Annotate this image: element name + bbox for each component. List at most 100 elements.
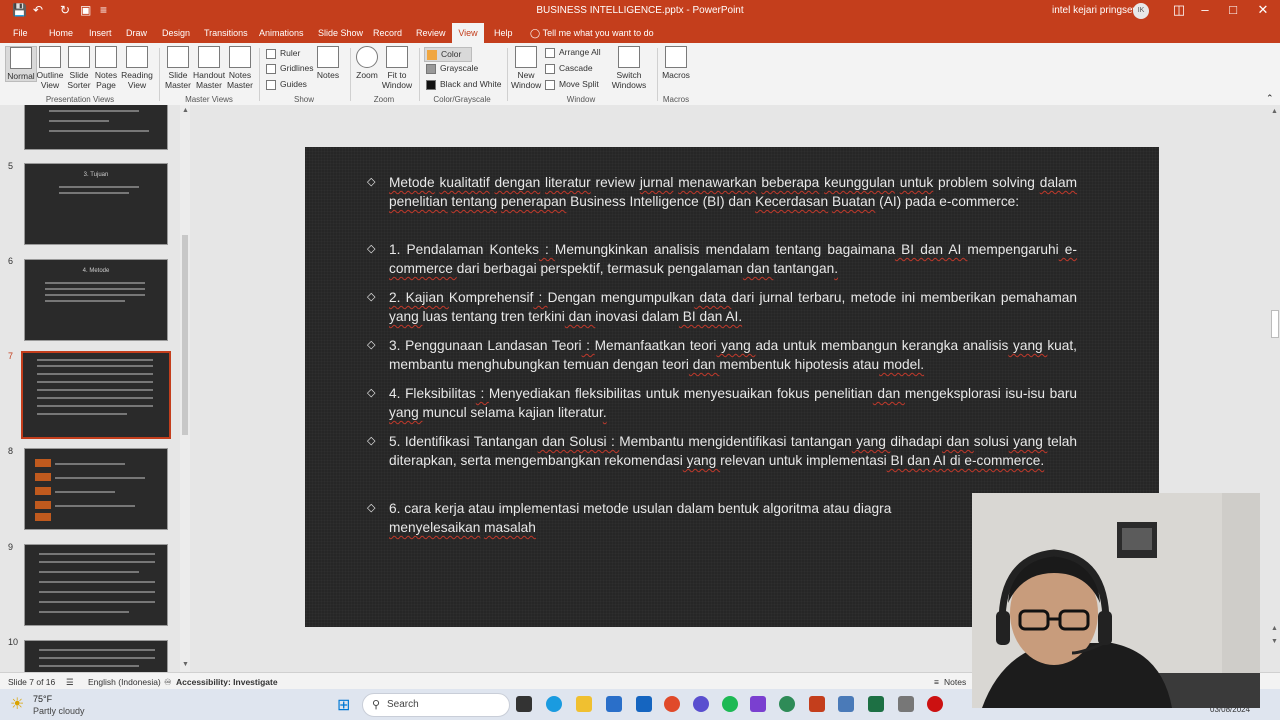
record-icon[interactable] bbox=[927, 696, 943, 712]
slide-thumbnail-selected[interactable] bbox=[21, 351, 171, 439]
scroll-up-icon[interactable]: ▲ bbox=[1271, 108, 1278, 115]
tab-insert[interactable]: Insert bbox=[89, 28, 112, 38]
tab-transitions[interactable]: Transitions bbox=[204, 28, 248, 38]
notes-toggle[interactable]: Notes bbox=[944, 677, 966, 687]
spotify-icon[interactable] bbox=[722, 696, 738, 712]
tab-file[interactable]: File bbox=[13, 28, 28, 38]
taskbar-search[interactable]: ⚲ Search bbox=[362, 693, 510, 717]
scrollbar-thumb[interactable] bbox=[1271, 310, 1279, 338]
notes-page-button[interactable]: Notes Page bbox=[94, 46, 118, 90]
slide-scrollbar[interactable]: ▲ ▲ ▼ bbox=[1268, 105, 1280, 672]
tell-me-search[interactable]: ◯ Tell me what you want to do bbox=[530, 28, 654, 39]
text-run: Menyediakan bbox=[488, 386, 571, 401]
handout-master-button[interactable]: Handout Master bbox=[193, 46, 225, 90]
slide-thumbnail[interactable] bbox=[24, 448, 168, 530]
weather-temp[interactable]: 75°F bbox=[33, 694, 52, 704]
zoom-button[interactable]: Zoom bbox=[354, 46, 380, 80]
windows-start-icon[interactable]: ⊞ bbox=[337, 695, 350, 715]
macros-button[interactable]: Macros bbox=[661, 46, 691, 80]
group-divider bbox=[657, 48, 658, 101]
file-explorer-icon[interactable] bbox=[576, 696, 592, 712]
powerpoint-icon[interactable] bbox=[809, 696, 825, 712]
app-icon[interactable] bbox=[750, 696, 766, 712]
cascade-button[interactable]: Cascade bbox=[545, 63, 593, 74]
slide-thumbnail[interactable] bbox=[24, 105, 168, 150]
slide-number: 5 bbox=[8, 161, 14, 171]
tab-home[interactable]: Home bbox=[49, 28, 73, 38]
slide-bullet-intro[interactable]: Metode kualitatif dengan literatur revie… bbox=[367, 173, 1077, 211]
scroll-up-icon[interactable]: ▲ bbox=[182, 107, 189, 114]
scroll-down-icon[interactable]: ▼ bbox=[1271, 638, 1278, 645]
tab-view[interactable]: View bbox=[452, 23, 484, 43]
maximize-icon[interactable]: □ bbox=[1218, 2, 1248, 17]
text-line bbox=[37, 381, 153, 383]
flagged-word: dan Solusi : bbox=[537, 434, 620, 449]
slide-thumbnail[interactable]: 3. Tujuan bbox=[24, 163, 168, 245]
calculator-icon[interactable] bbox=[838, 696, 854, 712]
guides-checkbox[interactable]: Guides bbox=[266, 79, 307, 90]
edge-icon[interactable] bbox=[546, 696, 562, 712]
notes-master-button[interactable]: Notes Master bbox=[226, 46, 254, 90]
chrome-icon[interactable] bbox=[664, 696, 680, 712]
thumbnail-scrollbar[interactable]: ▲ ▼ bbox=[180, 105, 190, 672]
collapse-ribbon-icon[interactable]: ⌃ bbox=[1266, 93, 1274, 104]
slide-bullet-5[interactable]: 5. Identifikasi Tantangan dan Solusi : M… bbox=[367, 432, 1077, 470]
flagged-word: Buatan bbox=[831, 194, 876, 209]
scroll-down-icon[interactable]: ▼ bbox=[182, 661, 189, 668]
mail-icon[interactable] bbox=[636, 696, 652, 712]
flagged-word: menawarkan bbox=[678, 175, 757, 190]
tab-record[interactable]: Record bbox=[373, 28, 402, 38]
excel-icon[interactable] bbox=[868, 696, 884, 712]
task-view-icon[interactable] bbox=[516, 696, 532, 712]
black-and-white-button[interactable]: Black and White bbox=[426, 79, 501, 90]
tab-help[interactable]: Help bbox=[494, 28, 513, 38]
store-icon[interactable] bbox=[606, 696, 622, 712]
language-indicator[interactable]: English (Indonesia) bbox=[88, 677, 161, 687]
app-icon[interactable] bbox=[898, 696, 914, 712]
switch-windows-button[interactable]: Switch Windows bbox=[607, 46, 651, 90]
reading-view-button[interactable]: Reading View bbox=[120, 46, 154, 90]
tab-design[interactable]: Design bbox=[162, 28, 190, 38]
user-name[interactable]: intel kejari pringsewu bbox=[1052, 5, 1145, 16]
slide-thumbnail[interactable]: 4. Metode bbox=[24, 259, 168, 341]
slide-bullet-4[interactable]: 4. Fleksibilitas : Menyediakan fleksibil… bbox=[367, 384, 1077, 422]
arrange-icon bbox=[545, 47, 555, 58]
tab-draw[interactable]: Draw bbox=[126, 28, 147, 38]
gridlines-checkbox[interactable]: Gridlines bbox=[266, 63, 314, 74]
minimize-icon[interactable]: – bbox=[1190, 2, 1220, 17]
chat-app-icon[interactable] bbox=[693, 696, 709, 712]
slide-bullet-1[interactable]: 1. Pendalaman Konteks : Memungkinkan ana… bbox=[367, 240, 1077, 278]
tab-animations[interactable]: Animations bbox=[259, 28, 304, 38]
tab-slide-show[interactable]: Slide Show bbox=[318, 28, 363, 38]
handout-master-icon bbox=[198, 46, 220, 68]
outline-view-button[interactable]: Outline View bbox=[36, 46, 64, 90]
slide-thumbnail[interactable] bbox=[24, 544, 168, 626]
slide-sorter-button[interactable]: Slide Sorter bbox=[66, 46, 92, 90]
text-run: Landasan bbox=[487, 338, 548, 353]
weather-icon[interactable]: ☀ bbox=[10, 694, 24, 714]
arrange-all-button[interactable]: Arrange All bbox=[545, 47, 601, 58]
chrome-profile-icon[interactable] bbox=[779, 696, 795, 712]
slide-bullet-2[interactable]: 2. Kajian Komprehensif : Dengan mengumpu… bbox=[367, 288, 1077, 326]
ruler-checkbox[interactable]: Ruler bbox=[266, 48, 300, 59]
color-button[interactable]: Color bbox=[424, 47, 473, 62]
fit-to-window-button[interactable]: Fit to Window bbox=[381, 46, 413, 90]
weather-desc[interactable]: Partly cloudy bbox=[33, 706, 85, 716]
scrollbar-thumb[interactable] bbox=[182, 235, 188, 435]
move-split-button[interactable]: Move Split bbox=[545, 79, 599, 90]
normal-view-button[interactable]: Normal bbox=[5, 46, 37, 82]
accessibility-status[interactable]: Accessibility: Investigate bbox=[176, 677, 278, 687]
slide-master-button[interactable]: Slide Master bbox=[164, 46, 192, 90]
spellcheck-icon[interactable]: ☰ bbox=[66, 677, 74, 688]
flagged-word: BI dan AI di e-commerce. bbox=[886, 453, 1045, 468]
grayscale-button[interactable]: Grayscale bbox=[426, 63, 478, 74]
tab-review[interactable]: Review bbox=[416, 28, 446, 38]
slide-bullet-3[interactable]: 3. Penggunaan Landasan Teori : Memanfaat… bbox=[367, 336, 1077, 374]
new-window-button[interactable]: New Window bbox=[511, 46, 541, 90]
avatar[interactable]: IK bbox=[1133, 3, 1149, 19]
notes-button[interactable]: Notes bbox=[314, 46, 342, 80]
flagged-word: dan bbox=[564, 309, 596, 324]
slide-thumbnail[interactable] bbox=[24, 640, 168, 672]
close-icon[interactable]: ✕ bbox=[1248, 2, 1278, 18]
scroll-up-icon[interactable]: ▲ bbox=[1271, 625, 1278, 632]
